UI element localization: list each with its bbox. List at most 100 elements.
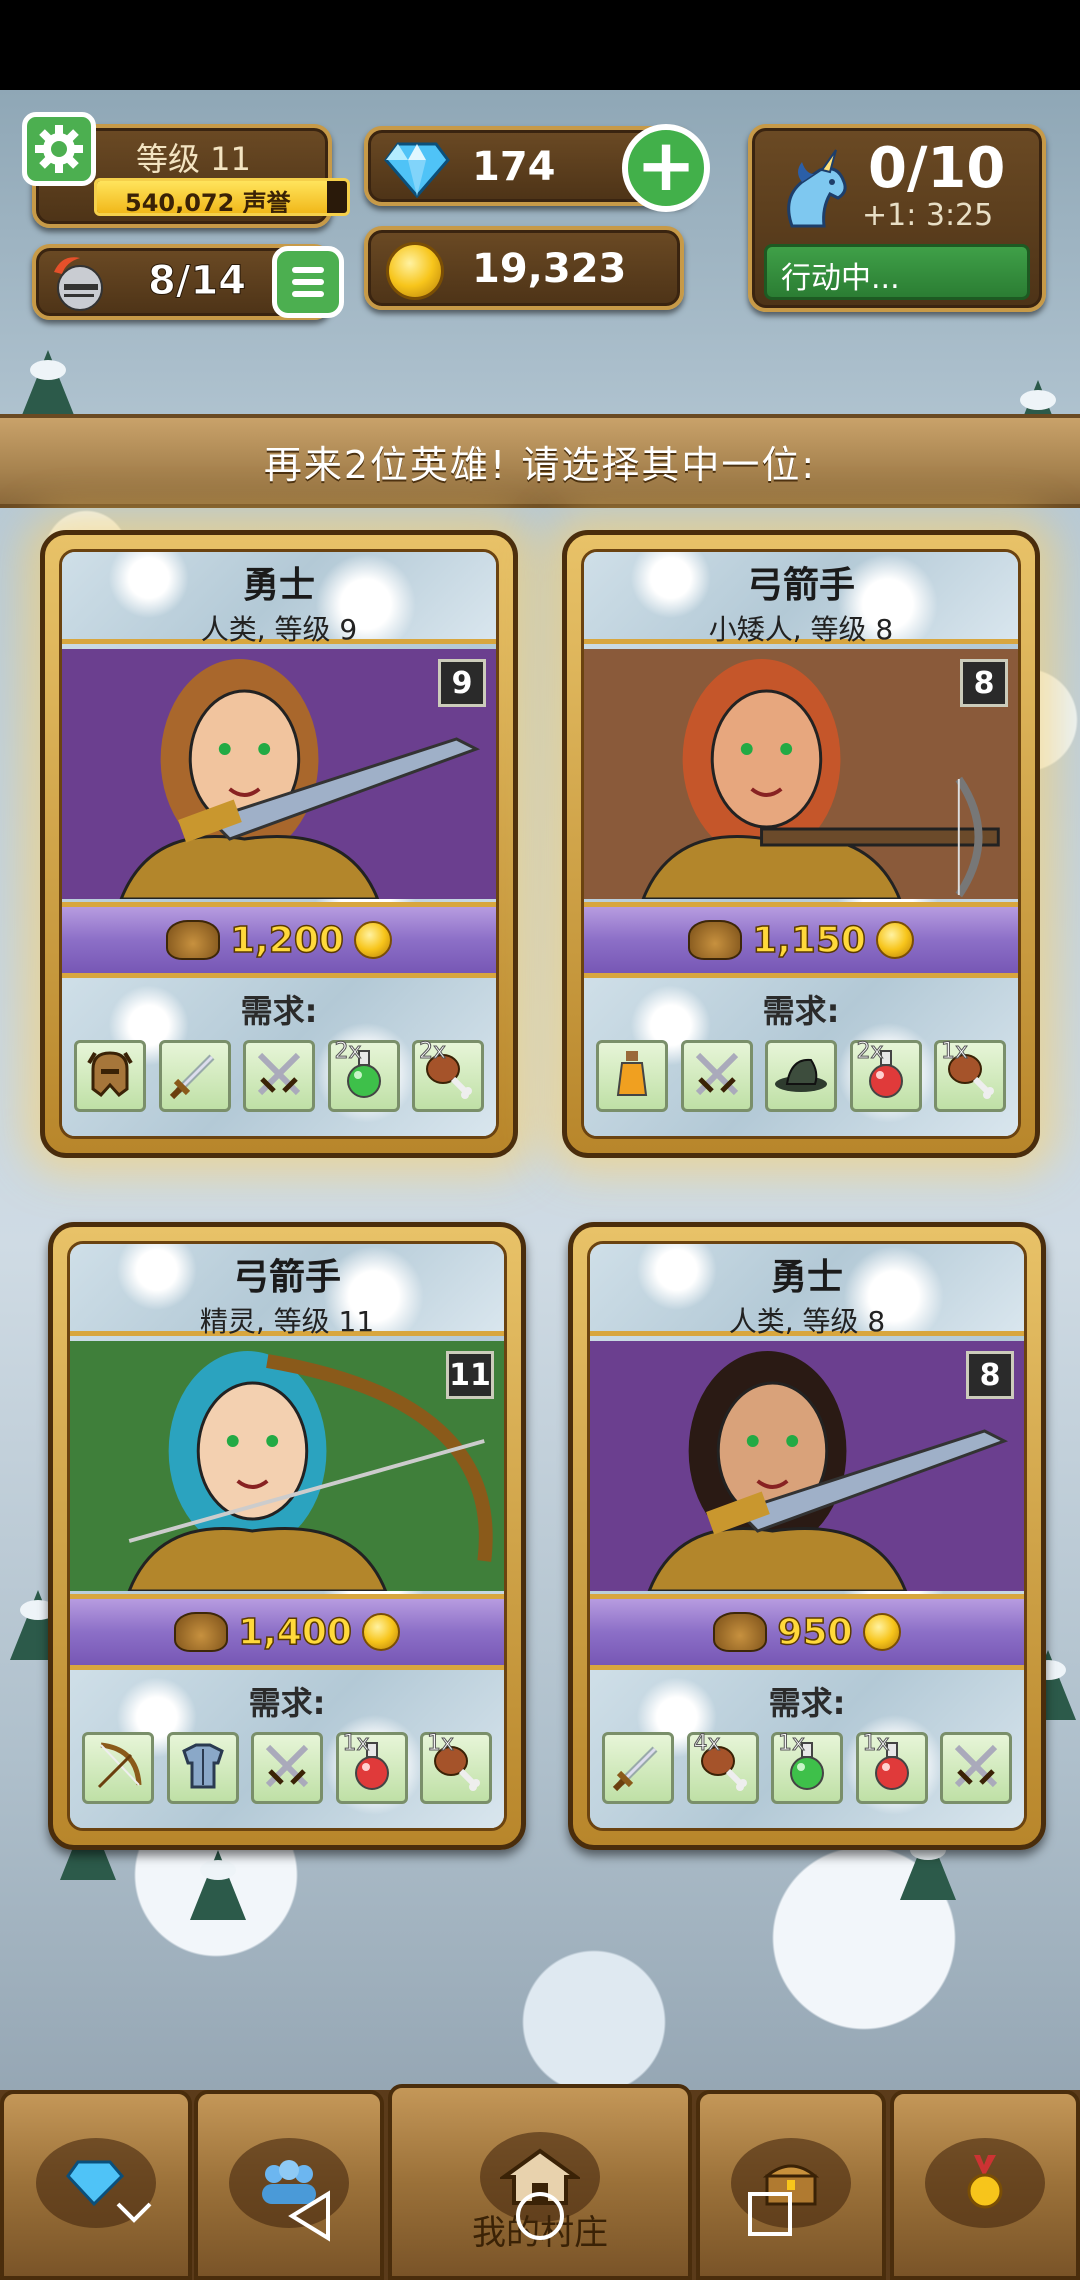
hero-card-body: 勇士 人类, 等级 9 9 1,200 需求: 2x 2x	[59, 549, 499, 1139]
gem-count: 174	[472, 144, 556, 190]
requirement-slot[interactable]	[765, 1040, 837, 1112]
settings-button[interactable]	[22, 112, 96, 186]
requirement-slot[interactable]	[940, 1732, 1012, 1804]
requirements-label: 需求:	[240, 992, 318, 1030]
hire-price-bar[interactable]: 950	[590, 1594, 1024, 1670]
requirement-slot[interactable]: 1x	[420, 1731, 492, 1804]
gold-panel: 19,323	[364, 226, 684, 310]
requirement-count: 1x	[777, 1731, 806, 1757]
requirement-slot[interactable]	[251, 1732, 323, 1804]
knight-helmet-icon	[54, 257, 103, 311]
requirement-slot[interactable]	[602, 1732, 674, 1804]
bow-icon	[91, 1739, 145, 1797]
hire-price-bar[interactable]: 1,200	[62, 902, 496, 978]
hero-class: 弓箭手	[746, 565, 855, 606]
requirement-count: 2x	[418, 1039, 447, 1065]
sword-icon	[168, 1047, 222, 1105]
helmet-icon	[85, 1049, 135, 1103]
system-nav-bar	[0, 2170, 1080, 2280]
requirement-slot[interactable]: 2x	[412, 1039, 484, 1112]
gear-icon	[35, 125, 83, 173]
hero-card[interactable]: 弓箭手 小矮人, 等级 8 8 1,150 需求: 2x 1x	[562, 530, 1040, 1158]
requirement-count: 2x	[334, 1039, 362, 1065]
crossed-swords-icon	[690, 1047, 744, 1105]
hero-level-badge: 8	[966, 1351, 1014, 1399]
action-timer: +1: 3:25	[862, 198, 994, 233]
status-bar	[0, 0, 1080, 90]
hero-card[interactable]: 勇士 人类, 等级 9 9 1,200 需求: 2x 2x	[40, 530, 518, 1158]
requirements-row: 4x 1x 1x	[602, 1731, 1012, 1804]
hero-level-badge: 9	[438, 659, 486, 707]
money-bag-icon	[174, 1612, 229, 1652]
home-icon[interactable]	[514, 2190, 566, 2242]
hero-race-level: 人类, 等级 9	[200, 613, 358, 646]
hero-card[interactable]: 勇士 人类, 等级 8 8 950 需求: 4x 1x 1x	[568, 1222, 1046, 1850]
hire-price-bar[interactable]: 1,150	[584, 902, 1018, 978]
hire-price: 1,150	[751, 919, 866, 962]
hero-portrait: 8	[590, 1341, 1024, 1591]
requirement-count: 4x	[693, 1731, 721, 1757]
banner-text: 再来2位英雄! 请选择其中一位:	[263, 442, 817, 487]
requirement-slot[interactable]: 1x	[771, 1731, 843, 1804]
back-icon[interactable]	[286, 2190, 334, 2242]
hero-card-header: 勇士 人类, 等级 8	[590, 1244, 1024, 1338]
requirements-row: 1x 1x	[82, 1731, 492, 1804]
hero-card-body: 弓箭手 精灵, 等级 11 11 1,400 需求: 1x 1x	[67, 1241, 507, 1831]
unicorn-icon	[787, 149, 847, 228]
requirement-slot[interactable]	[243, 1040, 315, 1112]
armor-icon	[176, 1739, 230, 1797]
list-icon	[292, 267, 324, 273]
requirement-slot[interactable]: 1x	[855, 1731, 928, 1804]
crossed-swords-icon	[260, 1739, 314, 1797]
gold-coin-icon	[353, 921, 392, 959]
hero-race-level: 人类, 等级 8	[728, 1305, 886, 1338]
hero-card[interactable]: 弓箭手 精灵, 等级 11 11 1,400 需求: 1x 1x	[48, 1222, 526, 1850]
recents-icon[interactable]	[746, 2190, 794, 2238]
hero-race-level: 精灵, 等级 11	[199, 1305, 375, 1338]
requirement-slot[interactable]	[166, 1732, 239, 1804]
requirements-label: 需求:	[248, 1684, 326, 1722]
hire-price: 1,200	[229, 919, 344, 962]
requirements-row: 2x 2x	[74, 1039, 484, 1112]
hero-card-body: 勇士 人类, 等级 8 8 950 需求: 4x 1x 1x	[587, 1241, 1027, 1831]
hire-price: 950	[777, 1611, 854, 1654]
diamond-icon	[384, 142, 450, 198]
requirement-slot[interactable]: 1x	[934, 1039, 1006, 1112]
sword-icon	[611, 1739, 665, 1797]
hero-list-button[interactable]	[272, 246, 344, 318]
gold-coin-icon	[875, 921, 914, 959]
gold-count: 19,323	[472, 246, 627, 292]
hero-class: 勇士	[242, 565, 315, 606]
hero-level-badge: 8	[960, 659, 1008, 707]
reputation-bar: 540,072 声誉	[94, 178, 350, 216]
requirement-slot[interactable]: 2x	[849, 1039, 922, 1112]
requirements-label: 需求:	[768, 1684, 846, 1722]
requirements-row: 2x 1x	[596, 1039, 1006, 1112]
requirement-slot[interactable]	[158, 1040, 231, 1112]
money-bag-icon	[166, 920, 221, 960]
requirement-count: 1x	[940, 1039, 969, 1065]
requirement-slot[interactable]: 2x	[327, 1039, 400, 1112]
requirement-count: 1x	[342, 1731, 370, 1757]
gold-coin-icon	[386, 242, 444, 300]
requirements-area: 需求: 1x 1x	[70, 1670, 504, 1828]
action-points-panel[interactable]: 0/10 +1: 3:25 行动中...	[748, 124, 1046, 312]
hero-count: 8/14	[147, 258, 247, 305]
buy-gems-button[interactable]: +	[622, 124, 710, 212]
hero-portrait: 11	[70, 1341, 504, 1591]
money-bag-icon	[688, 920, 743, 960]
hero-portrait: 8	[584, 649, 1018, 899]
requirement-slot[interactable]	[82, 1732, 154, 1804]
requirement-slot[interactable]	[596, 1040, 668, 1112]
requirement-slot[interactable]: 1x	[335, 1731, 408, 1804]
requirement-slot[interactable]	[680, 1040, 753, 1112]
orange-potion-icon	[610, 1047, 654, 1105]
level-label: 等级 11	[136, 140, 251, 178]
requirement-slot[interactable]	[74, 1040, 146, 1112]
choose-hero-banner: 再来2位英雄! 请选择其中一位:	[0, 414, 1080, 508]
requirement-slot[interactable]: 4x	[686, 1731, 759, 1804]
chevron-down-icon[interactable]	[112, 2190, 156, 2234]
hero-class: 勇士	[770, 1257, 843, 1298]
requirements-area: 需求: 2x 2x	[62, 978, 496, 1136]
hire-price-bar[interactable]: 1,400	[70, 1594, 504, 1670]
